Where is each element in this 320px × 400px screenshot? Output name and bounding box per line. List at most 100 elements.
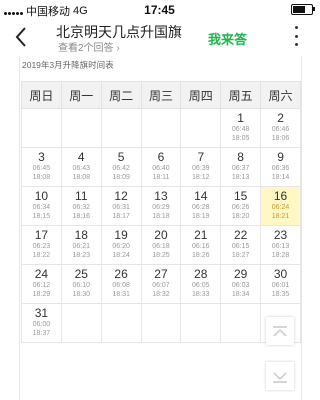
calendar-day-cell: 7 06:39 18:12 [180,147,222,187]
day-number: 9 [277,150,284,164]
calendar-week-row: 3 06:45 18:08 4 06:43 18:08 5 06:42 18:09 6 06:40 1… [21,147,301,187]
more-vertical-icon[interactable] [295,26,299,46]
weekday-header-row: 周日 周一 周二 周三 周四 周五 周六 [21,81,301,109]
flag-lower-time: 18:14 [271,174,290,181]
calendar-week-row: 24 06:12 18:29 25 06:10 18:30 26 06:08 18:31 27 06… [21,264,301,304]
flag-lower-time: 18:05 [231,135,250,142]
calendar-day-cell: 14 06:28 18:19 [180,186,222,226]
flag-lower-time: 18:20 [231,213,250,220]
day-number: 13 [154,189,168,203]
flag-lower-time: 18:37 [32,330,51,337]
empty-day-cell [180,108,222,148]
view-answers-label: 查看2个回答 [58,43,114,54]
flag-raise-time: 06:45 [32,165,51,172]
chevron-up-icon [273,326,287,337]
calendar-day-cell: 23 06:13 18:28 [260,225,301,265]
flag-raise-time: 06:43 [72,165,91,172]
calendar-day-cell: 24 06:12 18:29 [21,264,62,304]
battery-icon [291,4,315,15]
calendar-week-row: 1 06:48 18:05 2 06:46 18:06 [21,108,301,148]
flag-raise-time: 06:28 [192,204,210,211]
status-bar: 中国移动 4G 17:45 [0,0,319,18]
weekday-header: 周五 [220,81,262,109]
flag-raise-time: 06:48 [231,126,250,133]
day-number: 27 [154,267,168,281]
calendar-day-cell: 22 06:15 18:27 [220,225,262,265]
weekday-header: 周四 [180,81,222,109]
empty-day-cell [140,108,182,148]
day-number: 7 [197,150,205,164]
flag-raise-time: 06:32 [72,204,91,211]
day-number: 20 [154,228,168,242]
nav-bar: 北京明天几点升国旗 查看2个回答 › 我来答 [0,18,319,56]
scroll-down-button[interactable] [266,362,294,390]
day-number: 2 [277,111,284,125]
day-number: 26 [114,267,128,281]
calendar-day-cell: 6 06:40 18:11 [140,147,182,187]
weekday-header: 周日 [21,81,62,109]
flag-lower-time: 18:35 [271,291,290,298]
flag-raise-time: 06:34 [32,204,51,211]
flag-raise-time: 06:01 [271,282,290,289]
empty-day-cell [100,108,142,148]
view-answers-link[interactable]: 查看2个回答 › [58,39,120,54]
calendar-day-cell: 11 06:32 18:16 [60,186,102,226]
clock: 17:45 [144,3,175,17]
chevron-down-icon [273,372,287,383]
day-number: 24 [34,267,49,281]
day-number: 12 [114,189,128,203]
flag-raise-time: 06:15 [231,243,250,250]
day-number: 3 [38,150,45,164]
flag-raise-time: 06:18 [152,243,170,250]
calendar-day-cell: 19 06:20 18:24 [100,225,142,265]
flag-lower-time: 18:13 [231,174,250,181]
flag-raise-time: 06:29 [152,204,170,211]
day-number: 10 [34,189,49,203]
flag-lower-time: 18:34 [231,291,250,298]
weekday-header: 周一 [60,81,102,109]
calendar-week-row: 31 06:00 18:37 [21,303,301,343]
flag-raise-time: 06:20 [112,243,130,250]
flag-lower-time: 18:19 [192,213,210,220]
day-number: 28 [194,267,208,281]
flag-raise-time: 06:24 [271,204,290,211]
calendar-card: 2019年3月升降旗时间表 周日 周一 周二 周三 周四 周五 周六 1 06:48 18:05… [19,56,302,400]
weekday-header: 周六 [260,81,301,109]
day-number: 11 [75,189,88,203]
flag-lower-time: 18:30 [72,291,91,298]
calendar-day-cell: 28 06:05 18:33 [180,264,222,304]
flag-lower-time: 18:27 [231,252,250,259]
flag-raise-time: 06:07 [152,282,170,289]
day-number: 25 [74,267,88,281]
flag-lower-time: 18:08 [32,174,51,181]
calendar-day-cell: 18 06:21 18:23 [60,225,102,265]
flag-lower-time: 18:09 [112,174,130,181]
flag-raise-time: 06:12 [32,282,51,289]
day-number: 14 [194,189,208,203]
flag-lower-time: 18:23 [72,252,91,259]
flag-raise-time: 06:16 [192,243,210,250]
empty-day-cell [60,108,102,148]
flag-lower-time: 18:11 [152,174,170,181]
calendar-day-cell: 13 06:29 18:18 [140,186,182,226]
day-number: 22 [233,228,248,242]
calendar-body: 1 06:48 18:05 2 06:46 18:06 3 06:45 18:08 4 06:43 1… [21,108,301,343]
flag-raise-time: 06:40 [152,165,170,172]
flag-raise-time: 06:23 [32,243,51,250]
calendar-week-row: 17 06:23 18:22 18 06:21 18:23 19 06:20 18:24 20 06… [21,225,301,265]
flag-raise-time: 06:39 [192,165,210,172]
calendar-day-cell: 1 06:48 18:05 [220,108,262,148]
calendar-day-cell: 12 06:31 18:17 [100,186,142,226]
day-number: 4 [77,150,85,164]
flag-raise-time: 06:00 [32,321,51,328]
day-number: 15 [233,189,248,203]
flag-raise-time: 06:10 [72,282,91,289]
calendar-day-cell: 26 06:08 18:31 [100,264,142,304]
back-button[interactable] [14,26,34,50]
empty-day-cell [140,303,182,343]
answer-button[interactable]: 我来答 [208,29,247,48]
scroll-up-button[interactable] [266,317,294,345]
flag-lower-time: 18:16 [72,213,91,220]
day-number: 1 [237,111,244,125]
flag-raise-time: 06:13 [271,243,290,250]
